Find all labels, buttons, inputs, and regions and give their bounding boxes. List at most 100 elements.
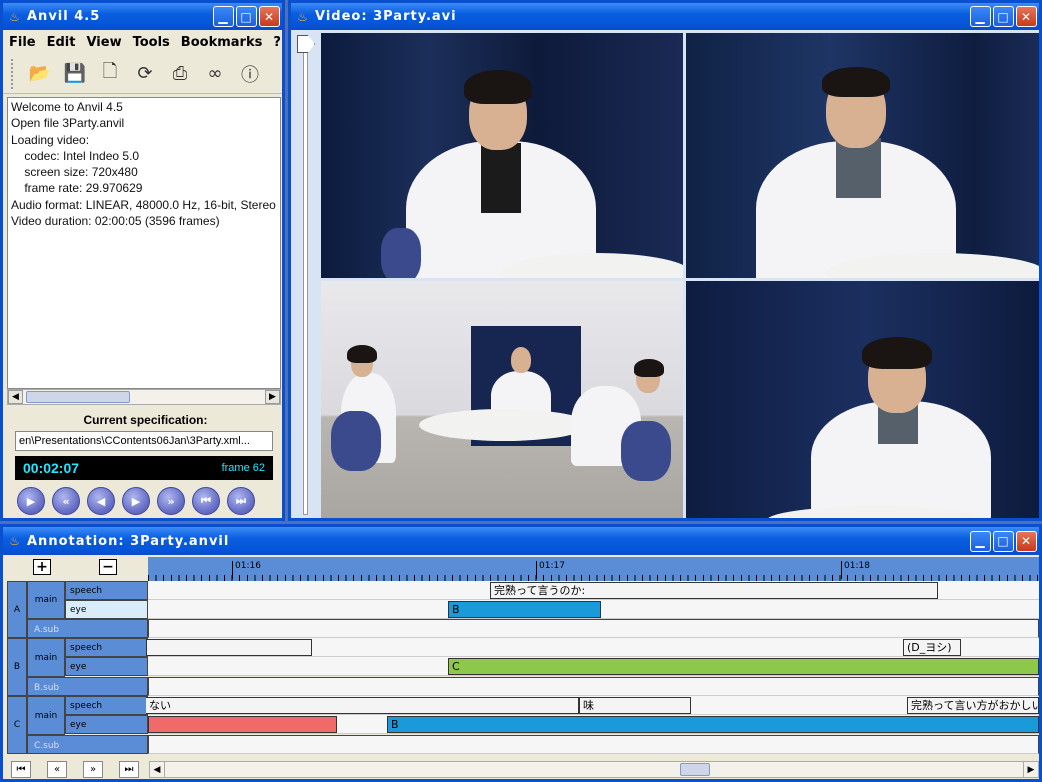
window-title: Annotation: 3Party.anvil <box>27 533 230 549</box>
log-line: Welcome to Anvil 4.5 <box>11 100 123 114</box>
scroll-left-arrow-icon[interactable]: ◀ <box>150 762 165 777</box>
log-horizontal-scrollbar[interactable]: ◀ ▶ <box>7 389 281 405</box>
menu-bookmarks[interactable]: Bookmarks <box>181 35 263 50</box>
scroll-left-arrow-icon[interactable]: ◀ <box>8 390 23 404</box>
video-window: ♨ Video: 3Party.avi ▁ □ ✕ <box>288 0 1042 521</box>
annotation-title-bar[interactable]: ♨ Annotation: 3Party.anvil ▁ □ ✕ <box>3 527 1039 555</box>
group-label: B <box>7 638 27 696</box>
track-speech[interactable]: speech <box>65 581 148 600</box>
scroll-thumb[interactable] <box>680 763 710 776</box>
time-ruler[interactable]: 01:16 01:17 01:18 <box>148 557 1039 581</box>
c-eye-row[interactable]: B <box>148 715 1039 734</box>
slider-track <box>303 45 308 515</box>
maximize-button[interactable]: □ <box>236 6 257 27</box>
video-title-bar[interactable]: ♨ Video: 3Party.avi ▁ □ ✕ <box>291 3 1039 30</box>
annotation-horizontal-scrollbar[interactable]: ◀ ▶ <box>149 761 1039 778</box>
video-frame-bottom-left <box>321 281 683 518</box>
new-file-icon[interactable]: 🗋 <box>99 61 121 85</box>
zoom-out-button[interactable]: − <box>99 559 117 575</box>
annotation-element[interactable] <box>146 639 312 656</box>
first-element-icon[interactable]: ⏮ <box>11 761 31 778</box>
track-eye[interactable]: eye <box>65 715 148 734</box>
log-line: codec: Intel Indeo 5.0 <box>11 148 140 163</box>
annotation-element[interactable]: ない <box>146 697 579 714</box>
anvil-title-bar[interactable]: ♨ Anvil 4.5 ▁ □ ✕ <box>3 3 282 30</box>
scroll-right-arrow-icon[interactable]: ▶ <box>265 390 280 404</box>
next-element-icon[interactable]: » <box>83 761 103 778</box>
track-label: main <box>27 581 65 619</box>
track-speech[interactable]: speech <box>65 696 148 715</box>
c-speech-row[interactable]: ない 味 完熟って言い方がおかしい <box>146 696 1039 715</box>
volume-slider[interactable] <box>295 35 317 518</box>
fast-rewind-icon[interactable]: « <box>52 487 80 515</box>
annotation-element[interactable]: C <box>448 658 1039 675</box>
log-line: Audio format: LINEAR, 48000.0 Hz, 16-bit… <box>11 197 276 212</box>
fast-forward-icon[interactable]: » <box>157 487 185 515</box>
save-icon[interactable]: 💾 <box>64 63 86 85</box>
window-title: Anvil 4.5 <box>27 9 101 24</box>
track-eye[interactable]: eye <box>65 657 148 676</box>
annotation-nav-row: ⏮ « » ⏭ ◀ ▶ <box>7 761 1039 779</box>
scroll-right-arrow-icon[interactable]: ▶ <box>1023 762 1038 777</box>
video-frame-top-left <box>321 33 683 278</box>
maximize-button[interactable]: □ <box>993 6 1014 27</box>
close-button[interactable]: ✕ <box>1016 6 1037 27</box>
anvil-main-window: ♨ Anvil 4.5 ▁ □ ✕ File Edit View Tools B… <box>0 0 285 521</box>
subtrack-label[interactable]: A.sub <box>27 619 148 638</box>
playback-controls: ▶ « ◀ ▶ » ⏮ ⏭ <box>17 487 262 515</box>
annotation-element[interactable]: 完熟って言い方がおかしい <box>907 697 1039 714</box>
b-speech-row[interactable]: (D_ヨシ) <box>146 638 1039 657</box>
refresh-icon[interactable]: ⟳ <box>134 63 156 85</box>
print-icon[interactable]: ⎙ <box>169 63 191 85</box>
menu-file[interactable]: File <box>9 35 36 50</box>
annotation-element[interactable]: B <box>387 716 1039 733</box>
annotation-element[interactable]: 完熟って言うのか: <box>490 582 938 599</box>
b-sub-row[interactable] <box>148 677 1039 696</box>
spec-path-field[interactable]: ...en\Presentations\CContents06Jan\3Part… <box>15 431 273 451</box>
menu-view[interactable]: View <box>86 35 121 50</box>
play-icon[interactable]: ▶ <box>17 487 45 515</box>
close-button[interactable]: ✕ <box>1016 530 1037 552</box>
subtrack-label[interactable]: C.sub <box>27 735 148 754</box>
log-line: frame rate: 29.970629 <box>11 181 143 196</box>
minimize-button[interactable]: ▁ <box>213 6 234 27</box>
last-element-icon[interactable]: ⏭ <box>119 761 139 778</box>
step-back-icon[interactable]: ◀ <box>87 487 115 515</box>
minimize-button[interactable]: ▁ <box>970 530 991 552</box>
slider-thumb[interactable] <box>297 35 315 53</box>
java-icon: ♨ <box>9 9 21 24</box>
b-eye-row[interactable]: C <box>148 657 1039 676</box>
a-sub-row[interactable] <box>148 619 1039 638</box>
skip-start-icon[interactable]: ⏮ <box>192 487 220 515</box>
video-frame-bottom-right <box>686 281 1039 518</box>
menu-tools[interactable]: Tools <box>133 35 170 50</box>
annotation-element[interactable] <box>148 716 337 733</box>
annotation-element[interactable]: (D_ヨシ) <box>903 639 961 656</box>
log-area[interactable]: Welcome to Anvil 4.5 Open file 3Party.an… <box>7 97 281 389</box>
track-eye[interactable]: eye <box>65 600 148 619</box>
annotation-element[interactable]: 味 <box>579 697 691 714</box>
menu-edit[interactable]: Edit <box>47 35 76 50</box>
a-speech-row[interactable]: 完熟って言うのか: <box>148 581 1039 600</box>
log-line: Open file 3Party.anvil <box>11 116 125 131</box>
group-label: A <box>7 581 27 638</box>
video-frame-top-right <box>686 33 1039 278</box>
track-speech[interactable]: speech <box>65 638 148 657</box>
zoom-in-button[interactable]: + <box>33 559 51 575</box>
close-button[interactable]: ✕ <box>259 6 280 27</box>
subtrack-label[interactable]: B.sub <box>27 677 148 696</box>
c-sub-row[interactable] <box>148 735 1039 754</box>
binoculars-icon[interactable]: ∞ <box>204 63 226 85</box>
step-forward-icon[interactable]: ▶ <box>122 487 150 515</box>
minimize-button[interactable]: ▁ <box>970 6 991 27</box>
prev-element-icon[interactable]: « <box>47 761 67 778</box>
a-eye-row[interactable]: B <box>148 600 1039 619</box>
menu-help[interactable]: ? <box>273 35 281 50</box>
info-icon[interactable]: ⓘ <box>239 63 261 86</box>
open-folder-icon[interactable]: 📂 <box>29 63 51 85</box>
toolbar-grip[interactable] <box>11 58 15 89</box>
skip-end-icon[interactable]: ⏭ <box>227 487 255 515</box>
annotation-element[interactable]: B <box>448 601 601 618</box>
maximize-button[interactable]: □ <box>993 530 1014 552</box>
scroll-thumb[interactable] <box>26 391 130 403</box>
